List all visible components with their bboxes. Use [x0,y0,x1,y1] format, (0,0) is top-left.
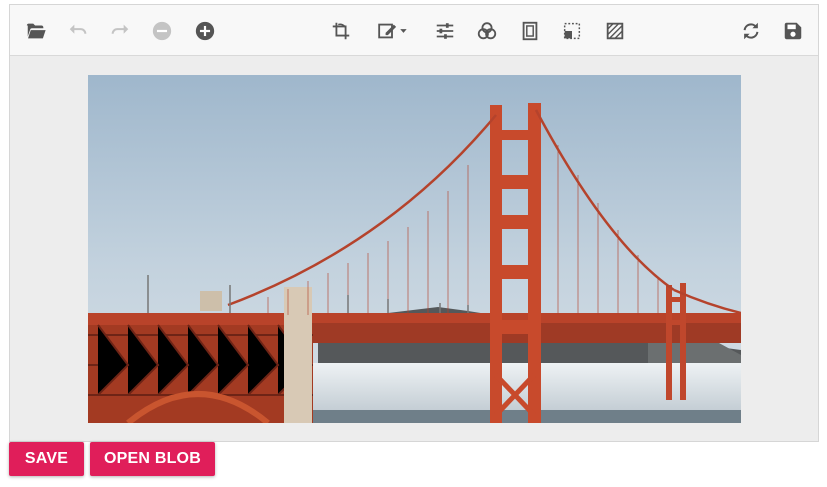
zoom-in-icon[interactable] [192,18,218,44]
reset-icon[interactable] [738,18,764,44]
image-editor [9,4,819,442]
zoom-out-icon[interactable] [149,18,175,44]
save-icon[interactable] [780,18,806,44]
editor-canvas[interactable] [10,57,818,441]
filter-icon[interactable] [474,18,500,44]
save-button[interactable]: SAVE [9,442,84,476]
pattern-icon[interactable] [602,18,628,44]
annotate-icon[interactable] [372,18,412,44]
frame-icon[interactable] [517,18,543,44]
golden-gate-bridge-photo[interactable] [88,75,741,423]
editor-toolbar [10,5,818,56]
undo-icon[interactable] [65,18,91,44]
crop-icon[interactable] [328,18,354,44]
straighten-icon[interactable] [559,18,585,44]
open-blob-button[interactable]: OPEN BLOB [90,442,215,476]
open-folder-icon[interactable] [23,18,49,44]
redo-icon[interactable] [107,18,133,44]
adjust-sliders-icon[interactable] [432,18,458,44]
